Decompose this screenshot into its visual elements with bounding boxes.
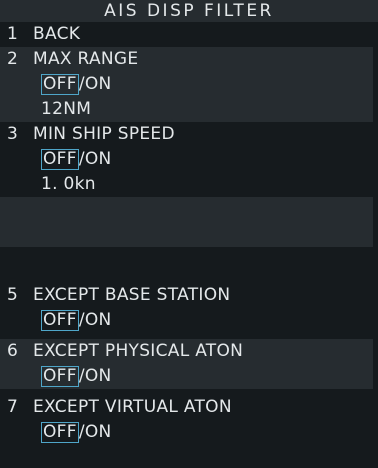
toggle-off-option[interactable]: OFF — [41, 148, 79, 170]
toggle-on-option[interactable]: ON — [85, 422, 112, 442]
item-number: 1 — [7, 24, 19, 44]
menu-item-except-physical-aton[interactable]: 6 EXCEPT PHYSICAL ATON — [0, 339, 373, 364]
except-virtual-aton-toggle[interactable]: OFF/ON — [0, 420, 373, 445]
ais-disp-filter-menu: AIS DISP FILTER 1 BACK 2 MAX RANGE OFF/ON … — [0, 0, 378, 468]
item-label: EXCEPT VIRTUAL ATON — [33, 397, 232, 417]
min-ship-speed-value[interactable]: 1. 0kn — [0, 172, 373, 197]
item-label: EXCEPT BASE STATION — [33, 285, 231, 305]
item-number: 7 — [7, 397, 19, 417]
menu-item-except-base-station[interactable]: 5 EXCEPT BASE STATION — [0, 283, 373, 308]
max-range-value[interactable]: 12NM — [0, 97, 373, 122]
toggle-off-option[interactable]: OFF — [41, 421, 79, 443]
menu-item-back[interactable]: 1 BACK — [0, 22, 373, 47]
toggle-on-option[interactable]: ON — [85, 310, 112, 330]
toggle-off-option[interactable]: OFF — [41, 309, 79, 331]
item-number: 5 — [7, 285, 19, 305]
item-number: 2 — [7, 49, 19, 69]
except-physical-aton-toggle[interactable]: OFF/ON — [0, 364, 373, 389]
item-number: 3 — [7, 124, 19, 144]
toggle-on-option[interactable]: ON — [85, 149, 112, 169]
item-label: BACK — [33, 24, 81, 44]
except-base-station-toggle[interactable]: OFF/ON — [0, 308, 373, 333]
empty-menu-slot — [0, 197, 373, 247]
menu-item-min-ship-speed[interactable]: 3 MIN SHIP SPEED — [0, 122, 373, 147]
menu-title: AIS DISP FILTER — [0, 0, 378, 22]
toggle-off-option[interactable]: OFF — [41, 365, 79, 387]
item-label: MAX RANGE — [33, 49, 139, 69]
item-label: MIN SHIP SPEED — [33, 124, 175, 144]
toggle-on-option[interactable]: ON — [85, 74, 112, 94]
item-number: 6 — [7, 341, 19, 361]
max-range-toggle[interactable]: OFF/ON — [0, 72, 373, 97]
menu-item-max-range[interactable]: 2 MAX RANGE — [0, 47, 373, 72]
toggle-on-option[interactable]: ON — [85, 366, 112, 386]
item-label: EXCEPT PHYSICAL ATON — [33, 341, 244, 361]
toggle-off-option[interactable]: OFF — [41, 73, 79, 95]
min-ship-speed-toggle[interactable]: OFF/ON — [0, 147, 373, 172]
menu-item-except-virtual-aton[interactable]: 7 EXCEPT VIRTUAL ATON — [0, 395, 373, 420]
